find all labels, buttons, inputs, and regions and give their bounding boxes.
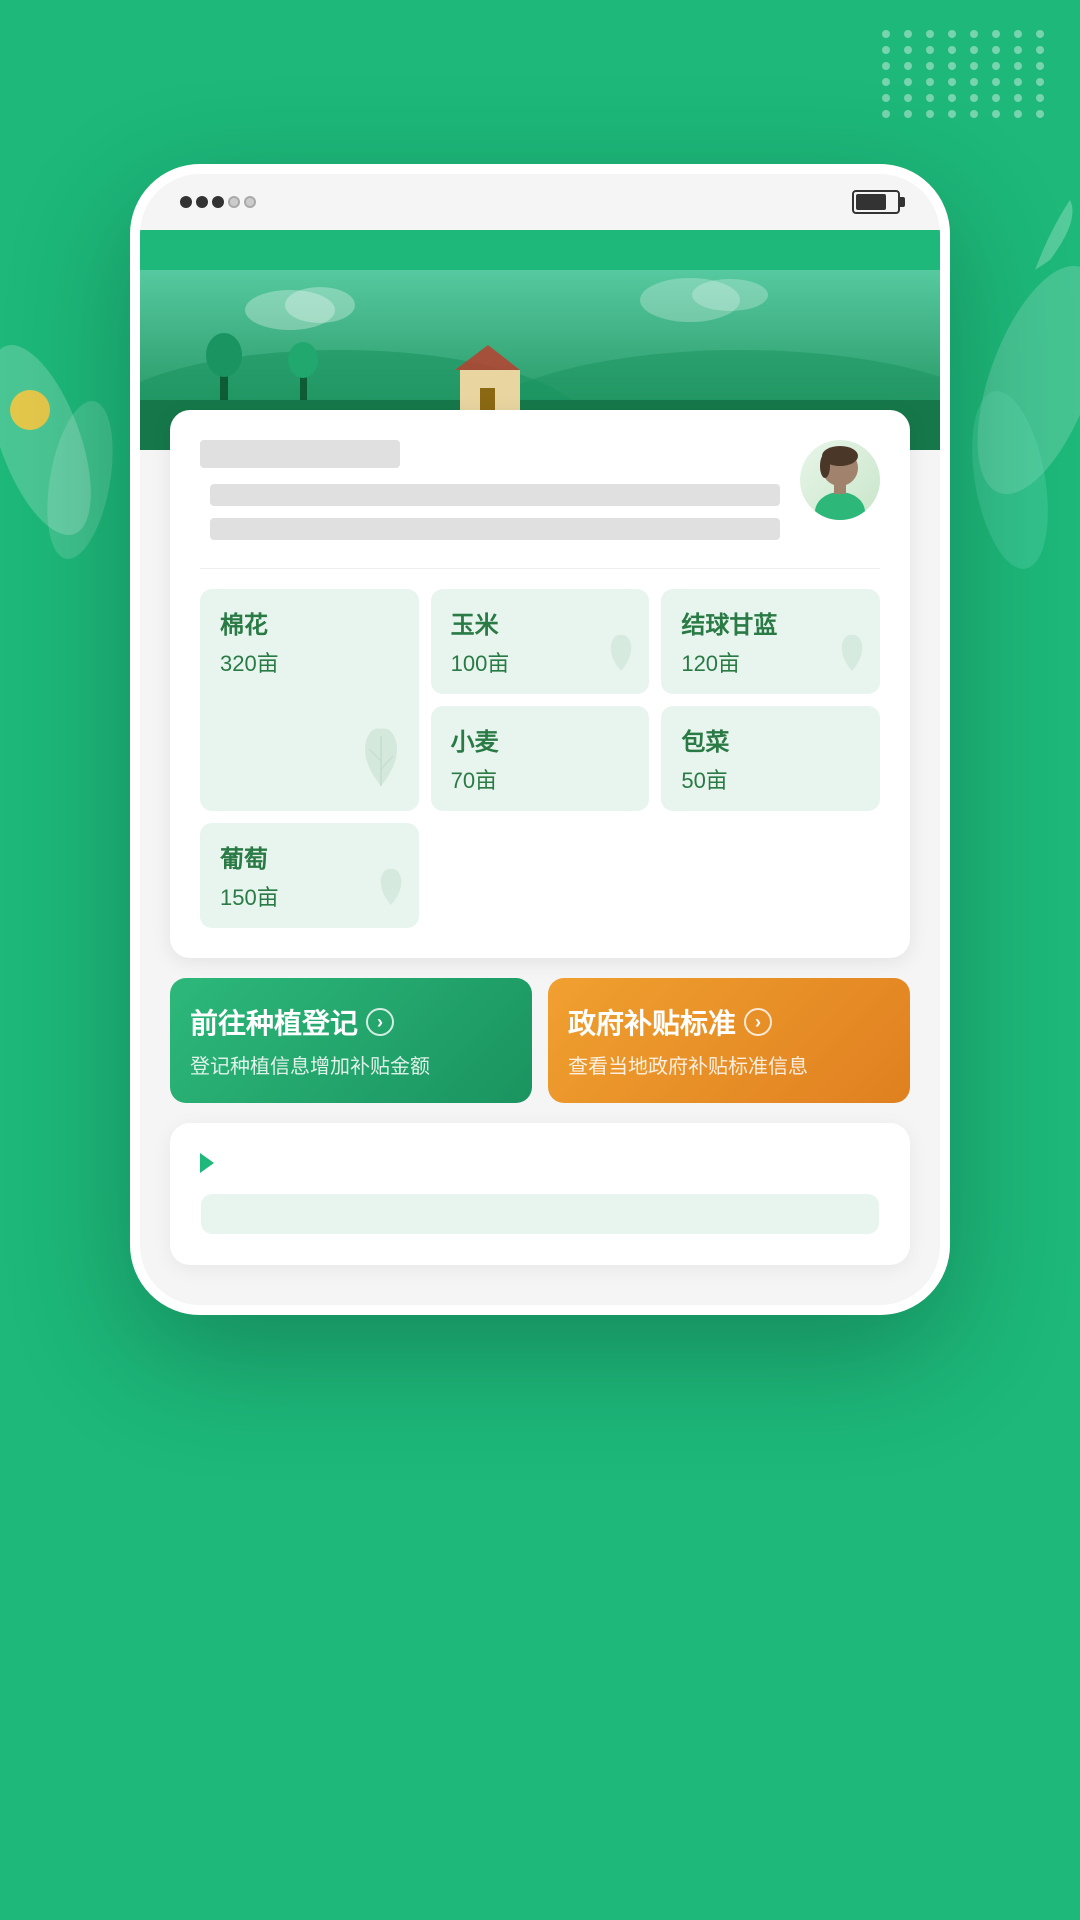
crop-leaf-icon-corn [601, 628, 641, 686]
battery-icon [852, 190, 900, 214]
subsidy-standard-subtitle: 查看当地政府补贴标准信息 [568, 1050, 890, 1079]
crop-card-cotton: 棉花 320亩 [200, 589, 419, 811]
app-navbar [140, 230, 940, 270]
user-card: 棉花 320亩 [170, 410, 910, 958]
table-header-type [201, 1194, 541, 1235]
crop-leaf-icon-cabbage [832, 628, 872, 686]
triangle-icon [200, 1153, 214, 1173]
crop-area-pakchoi: 50亩 [681, 763, 860, 795]
crop-card-pakchoi: 包菜 50亩 [661, 706, 880, 811]
contact-value-blurred [210, 484, 780, 506]
subsidy-standard-title: 政府补贴标准 › [568, 1002, 890, 1042]
content-area: 棉花 320亩 [140, 410, 940, 1305]
status-bar [140, 174, 940, 230]
area-section: 棉花 320亩 [200, 589, 880, 928]
subsidy-table [200, 1193, 880, 1235]
crop-name-wheat: 小麦 [451, 722, 630, 757]
signal-dot-5 [244, 196, 256, 208]
user-fields [200, 440, 780, 552]
crop-leaf-icon [351, 721, 411, 803]
signal-dot-4 [228, 196, 240, 208]
battery-fill [856, 194, 886, 210]
avatar-icon [805, 440, 875, 520]
crop-name-pakchoi: 包菜 [681, 722, 860, 757]
crop-card-cabbage: 结球甘蓝 120亩 [661, 589, 880, 694]
signal-dot-3 [212, 196, 224, 208]
subsidy-section [170, 1123, 910, 1265]
id-value-blurred [210, 518, 780, 540]
user-id-row [200, 518, 780, 540]
signal-dots [180, 196, 256, 208]
crop-area-wheat: 70亩 [451, 763, 630, 795]
user-info-top [200, 440, 880, 552]
user-contact-row [200, 484, 780, 506]
crop-area-cotton: 320亩 [220, 646, 399, 678]
signal-area [180, 196, 264, 208]
crop-card-grape: 葡萄 150亩 [200, 823, 419, 928]
battery-info [844, 190, 900, 214]
phone-frame: 棉花 320亩 [130, 164, 950, 1315]
crop-card-corn: 玉米 100亩 [431, 589, 650, 694]
subsidy-standard-label: 政府补贴标准 [568, 1002, 736, 1042]
crop-name-cotton: 棉花 [220, 605, 399, 640]
action-buttons: 前往种植登记 › 登记种植信息增加补贴金额 政府补贴标准 › 查看当地政府补贴标… [170, 978, 910, 1103]
signal-dot-1 [180, 196, 192, 208]
signal-dot-2 [196, 196, 208, 208]
table-header-approved [540, 1194, 880, 1235]
register-arrow-icon: › [366, 1008, 394, 1036]
user-avatar [800, 440, 880, 520]
subsidy-standard-button[interactable]: 政府补贴标准 › 查看当地政府补贴标准信息 [548, 978, 910, 1103]
register-button[interactable]: 前往种植登记 › 登记种植信息增加补贴金额 [170, 978, 532, 1103]
register-subtitle: 登记种植信息增加补贴金额 [190, 1050, 512, 1079]
register-title: 前往种植登记 › [190, 1002, 512, 1042]
crop-leaf-icon-grape [371, 862, 411, 920]
subsidy-title-row [200, 1153, 880, 1173]
subsidy-standard-arrow-icon: › [744, 1008, 772, 1036]
crop-card-wheat: 小麦 70亩 [431, 706, 650, 811]
table-header-row [201, 1194, 880, 1235]
crop-grid: 棉花 320亩 [200, 589, 880, 928]
phone-mockup-wrapper: 棉花 320亩 [0, 144, 1080, 1395]
register-label: 前往种植登记 [190, 1002, 358, 1042]
user-name-blurred [200, 440, 400, 468]
page-header [0, 0, 1080, 144]
divider [200, 568, 880, 569]
